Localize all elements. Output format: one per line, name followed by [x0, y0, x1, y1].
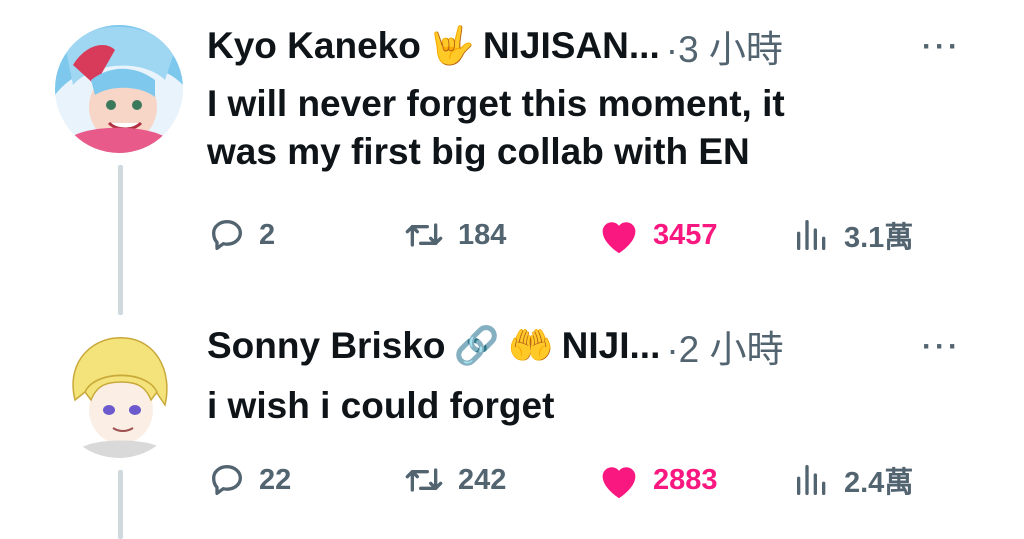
tweet-text-line: i wish i could forget: [207, 385, 555, 426]
tweet-header: Kyo Kaneko 🤟 NIJISAN... ·3 小時: [207, 19, 783, 73]
retweet-count: 184: [458, 218, 507, 251]
handle[interactable]: NIJISAN...: [483, 25, 660, 67]
display-name[interactable]: Kyo Kaneko: [207, 25, 421, 67]
emoji-badge: 🔗: [453, 324, 500, 366]
tweet-header: Sonny Brisko 🔗 🤲 NIJI... ·2 小時: [207, 319, 784, 373]
display-name[interactable]: Sonny Brisko: [207, 325, 446, 367]
tweet-text-line: was my first big collab with EN: [207, 131, 750, 172]
action-bar: 2 184 3457 3.1萬: [207, 215, 967, 255]
tweet-1[interactable]: Kyo Kaneko 🤟 NIJISAN... ·3 小時 ··· I will…: [0, 0, 1024, 300]
like-count: 2883: [653, 463, 718, 496]
views-icon: [797, 465, 826, 495]
reply-icon: [212, 220, 242, 250]
views-count: 2.4萬: [844, 467, 914, 499]
views-count: 3.1萬: [844, 222, 914, 254]
like-button[interactable]: 2883: [597, 460, 718, 500]
retweet-button[interactable]: 184: [402, 215, 506, 255]
avatar[interactable]: [55, 25, 183, 153]
timestamp[interactable]: ·2 小時: [666, 319, 783, 373]
timestamp[interactable]: ·3 小時: [666, 19, 783, 73]
emoji-badge: 🤟: [428, 24, 475, 66]
avatar[interactable]: [55, 330, 183, 458]
action-bar: 22 242 2883 2.4萬: [207, 460, 967, 500]
handle[interactable]: NIJI...: [562, 325, 661, 367]
tweet-text-line: I will never forget this moment, it: [207, 83, 785, 124]
views-button[interactable]: 3.1萬: [792, 215, 913, 255]
views-icon: [797, 220, 826, 250]
reply-icon: [212, 465, 242, 495]
retweet-count: 242: [458, 463, 507, 496]
reply-button[interactable]: 22: [207, 460, 291, 500]
reply-count: 22: [259, 463, 292, 496]
tweet-text: I will never forget this moment, it was …: [207, 80, 785, 176]
like-icon: [602, 467, 636, 499]
like-button[interactable]: 3457: [597, 215, 718, 255]
like-count: 3457: [653, 218, 718, 251]
retweet-icon: [405, 223, 443, 247]
more-icon[interactable]: ···: [922, 30, 961, 64]
tweet-2[interactable]: Sonny Brisko 🔗 🤲 NIJI... ·2 小時 ··· i wis…: [0, 300, 1024, 539]
like-icon: [602, 222, 636, 254]
more-icon[interactable]: ···: [922, 330, 961, 364]
reply-button[interactable]: 2: [207, 215, 275, 255]
views-button[interactable]: 2.4萬: [792, 460, 913, 500]
retweet-button[interactable]: 242: [402, 460, 506, 500]
tweet-text: i wish i could forget: [207, 382, 554, 430]
reply-count: 2: [259, 218, 276, 251]
retweet-icon: [405, 468, 443, 492]
emoji-badge: 🤲: [507, 324, 554, 366]
